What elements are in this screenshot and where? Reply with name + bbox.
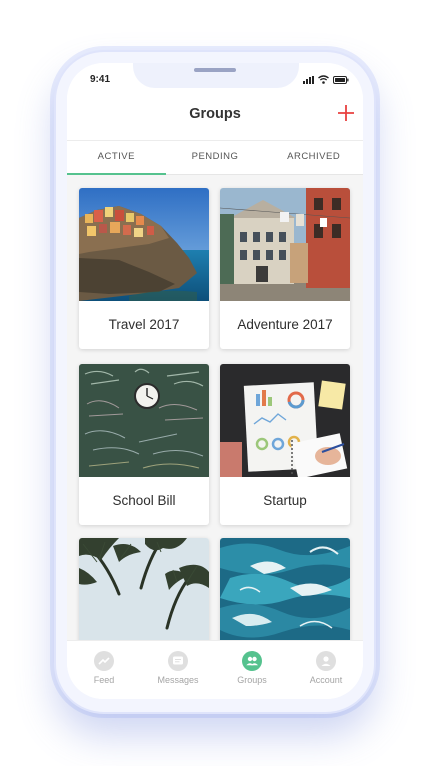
battery-icon: [333, 76, 349, 84]
tab-archived[interactable]: ARCHIVED: [264, 141, 363, 174]
person-icon: [316, 651, 336, 671]
tabbar-label: Feed: [93, 675, 115, 685]
old-town-street-photo: [220, 188, 350, 301]
phone-screen: 9:41 Groups ACTIVE PENDING ARCHIVED Trav…: [67, 63, 363, 699]
ocean-waves-photo: [220, 538, 350, 640]
palm-trees-sky-photo: [79, 538, 209, 640]
group-title: Travel 2017: [108, 317, 180, 332]
status-time: 9:41: [90, 74, 111, 85]
chat-bubble-icon: [168, 651, 188, 671]
group-title: Startup: [263, 493, 307, 508]
group-card-school-bill[interactable]: School Bill: [79, 364, 209, 525]
tabbar-feed[interactable]: Feed: [67, 641, 141, 699]
group-card-ocean[interactable]: [220, 538, 350, 640]
signal-icon: [303, 76, 314, 84]
group-card-palms[interactable]: [79, 538, 209, 640]
tabbar-account[interactable]: Account: [289, 641, 363, 699]
group-card-startup[interactable]: Startup: [220, 364, 350, 525]
tab-pending[interactable]: PENDING: [166, 141, 265, 174]
group-card-adventure[interactable]: Adventure 2017: [220, 188, 350, 349]
people-icon: [242, 651, 262, 671]
tabbar-label: Messages: [157, 675, 199, 685]
chalkboard-clock-photo: [79, 364, 209, 477]
status-bar: 9:41: [67, 63, 363, 93]
tabbar-label: Account: [309, 675, 343, 685]
group-title: School Bill: [112, 493, 176, 508]
group-title: Adventure 2017: [237, 317, 333, 332]
mockup-stage: 9:41 Groups ACTIVE PENDING ARCHIVED Trav…: [0, 0, 429, 766]
wifi-icon: [318, 75, 329, 84]
plus-icon: [338, 105, 354, 121]
coastal-cliff-village-photo: [79, 188, 209, 301]
trend-line-icon: [94, 651, 114, 671]
page-title: Groups: [189, 106, 241, 122]
speaker-grille: [194, 68, 236, 72]
power-button: [376, 196, 380, 268]
tab-active[interactable]: ACTIVE: [67, 141, 166, 175]
add-group-button[interactable]: [335, 102, 357, 124]
desk-charts-notebook-photo: [220, 364, 350, 477]
bottom-tab-bar: Feed Messages Groups Account: [67, 640, 363, 699]
tabbar-label: Groups: [237, 675, 267, 685]
navigation-bar: Groups: [67, 93, 363, 141]
tabbar-groups[interactable]: Groups: [215, 641, 289, 699]
group-card-travel[interactable]: Travel 2017: [79, 188, 209, 349]
tabbar-messages[interactable]: Messages: [141, 641, 215, 699]
group-tabs: ACTIVE PENDING ARCHIVED: [67, 141, 363, 175]
groups-grid: Travel 2017 Adventure 2017 School Bill S…: [67, 175, 363, 640]
status-icons: [303, 74, 349, 84]
notch: [133, 63, 299, 88]
